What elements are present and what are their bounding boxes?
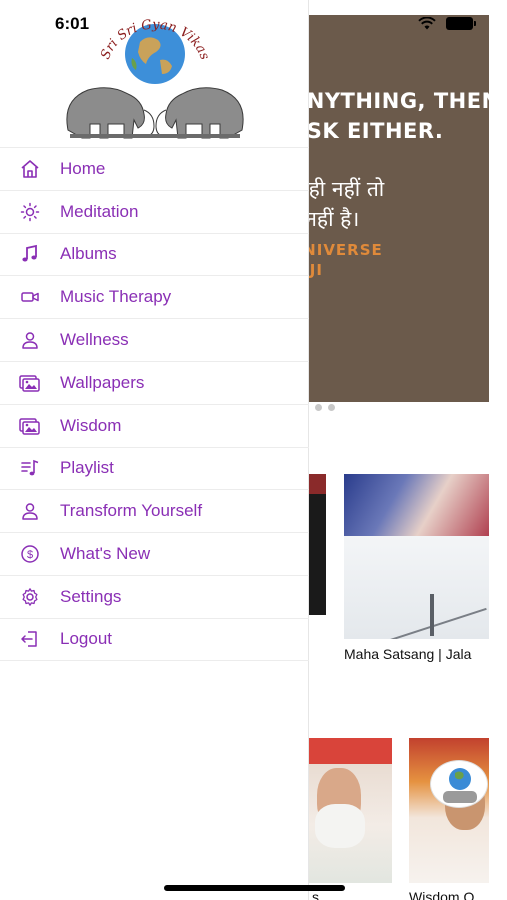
sun-icon	[19, 201, 41, 223]
menu-item-transform-yourself[interactable]: Transform Yourself	[0, 489, 309, 532]
logout-icon	[19, 628, 41, 650]
battery-icon	[446, 17, 476, 30]
video-camera-icon	[19, 286, 41, 308]
menu-item-meditation[interactable]: Meditation	[0, 189, 309, 233]
quote-banner[interactable]: ANYTHING, THEN ASK EITHER. ते ही नहीं तो…	[290, 15, 489, 402]
navigation-drawer: 6:01 Sri Sri Gyan Vikas Kendra	[0, 0, 309, 900]
menu-item-wisdom[interactable]: Wisdom	[0, 403, 309, 447]
quote-text-line-1: ANYTHING, THEN	[290, 89, 489, 113]
menu-item-label: Music Therapy	[60, 287, 172, 307]
home-indicator[interactable]	[164, 885, 345, 891]
menu-item-settings[interactable]: Settings	[0, 574, 309, 618]
wisdom-caption-2[interactable]: Wisdom Q	[409, 889, 474, 900]
menu-item-playlist[interactable]: Playlist	[0, 446, 309, 490]
menu-item-label: Wisdom	[60, 415, 122, 435]
menu-item-music-therapy[interactable]: Music Therapy	[0, 275, 309, 318]
menu-item-wellness[interactable]: Wellness	[0, 318, 309, 361]
menu-item-label: Playlist	[60, 458, 114, 478]
wisdom-thumbnail-1[interactable]	[309, 738, 392, 883]
video-caption[interactable]: Maha Satsang | Jala	[344, 646, 471, 662]
carousel-page-indicator[interactable]	[315, 404, 335, 411]
logo-badge	[430, 760, 488, 808]
image-stack-icon	[19, 415, 41, 437]
menu-item-whats-new[interactable]: $ What's New	[0, 532, 309, 575]
image-stack-icon	[19, 372, 41, 394]
music-note-icon	[19, 243, 41, 265]
dollar-circle-icon: $	[19, 543, 41, 565]
person-icon	[19, 500, 41, 522]
menu-item-label: Settings	[60, 586, 122, 606]
svg-text:$: $	[27, 549, 33, 561]
wisdom-thumbnail-2[interactable]	[409, 738, 489, 883]
playlist-icon	[19, 457, 41, 479]
video-thumbnail-satsang[interactable]	[344, 474, 489, 639]
wifi-icon	[418, 17, 436, 30]
menu-item-label: Wallpapers	[60, 372, 145, 392]
menu-item-label: What's New	[60, 544, 151, 564]
page-dot	[315, 404, 322, 411]
menu-item-wallpapers[interactable]: Wallpapers	[0, 360, 309, 404]
menu-item-albums[interactable]: Albums	[0, 232, 309, 276]
home-icon	[19, 158, 41, 180]
menu-item-label: Home	[60, 158, 106, 178]
menu-item-home[interactable]: Home	[0, 147, 309, 190]
menu-item-label: Meditation	[60, 201, 139, 221]
quote-text-line-2: ASK EITHER.	[290, 119, 444, 143]
menu-item-label: Wellness	[60, 330, 129, 350]
gear-icon	[19, 586, 41, 608]
video-thumbnail-partial[interactable]	[306, 474, 326, 615]
status-bar-right	[418, 17, 476, 30]
menu-item-label: Logout	[60, 629, 112, 649]
menu-item-label: Transform Yourself	[60, 501, 203, 521]
drawer-menu: Home Meditation Albums Music Therapy Wel	[0, 147, 309, 661]
page-dot	[328, 404, 335, 411]
app-logo: Sri Sri Gyan Vikas Kendra	[54, 1, 250, 142]
person-icon	[19, 329, 41, 351]
menu-item-label: Albums	[60, 244, 117, 264]
menu-item-logout[interactable]: Logout	[0, 617, 309, 661]
